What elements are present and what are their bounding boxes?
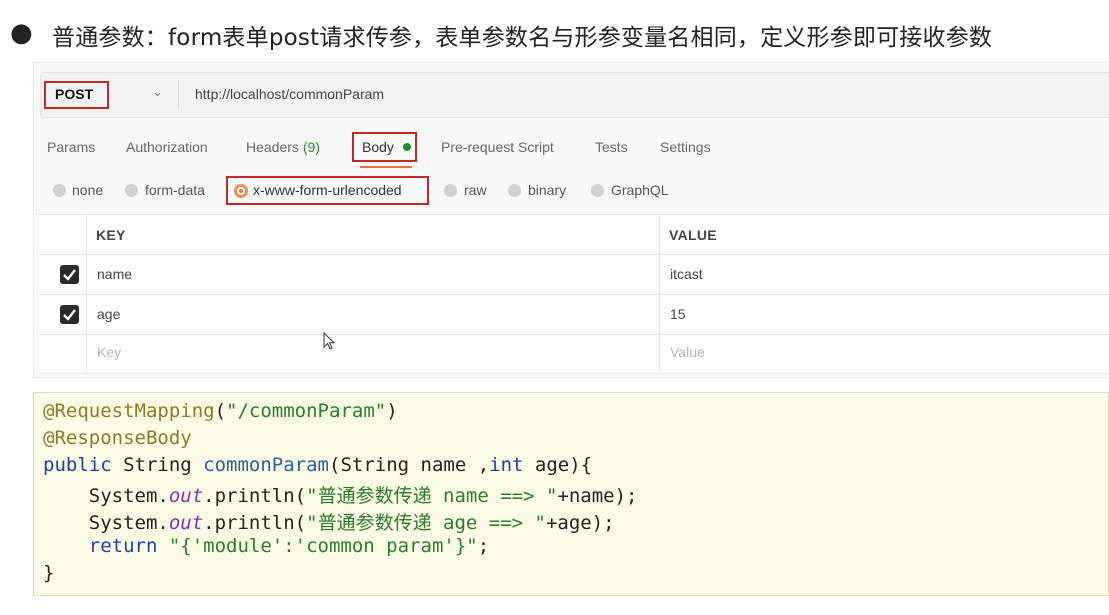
radio-label-binary[interactable]: binary xyxy=(528,182,566,198)
code-line: System.out.println("普通参数传递 name ==> "+na… xyxy=(43,485,638,507)
tab-body-underline xyxy=(360,166,412,168)
code-line: @ResponseBody xyxy=(43,427,192,449)
table-row-key[interactable]: name xyxy=(97,266,132,282)
radio-binary[interactable] xyxy=(508,184,521,197)
method-select[interactable]: POST xyxy=(55,86,93,102)
code-line: } xyxy=(43,562,55,584)
table-row-value[interactable]: 15 xyxy=(670,306,686,322)
table-divider xyxy=(38,254,1109,255)
table-column-divider xyxy=(86,214,87,374)
checkmark-icon xyxy=(63,269,76,281)
table-column-divider xyxy=(659,214,660,374)
code-line: return "{'module':'common param'}"; xyxy=(43,535,490,557)
radio-x-www-form-urlencoded[interactable] xyxy=(234,184,248,198)
radio-graphql[interactable] xyxy=(591,184,604,197)
radio-label-none[interactable]: none xyxy=(72,182,103,198)
radio-none[interactable] xyxy=(53,184,66,197)
radio-label-raw[interactable]: raw xyxy=(464,182,487,198)
tab-authorization[interactable]: Authorization xyxy=(126,139,208,155)
checkmark-icon xyxy=(63,309,76,321)
tab-body[interactable]: Body xyxy=(362,139,394,155)
heading-bullet: ● xyxy=(10,18,33,48)
radio-label-form-data[interactable]: form-data xyxy=(145,182,205,198)
new-key-placeholder[interactable]: Key xyxy=(97,344,121,360)
tab-headers-label: Headers xyxy=(246,139,299,155)
url-divider xyxy=(178,80,179,110)
table-divider xyxy=(38,294,1109,295)
tab-pre-request-script[interactable]: Pre-request Script xyxy=(441,139,554,155)
tab-headers[interactable]: Headers (9) xyxy=(246,139,320,155)
checkbox-row-name[interactable] xyxy=(60,265,79,284)
code-line: public String commonParam(String name ,i… xyxy=(43,454,593,476)
table-divider xyxy=(38,373,1109,374)
radio-raw[interactable] xyxy=(444,184,457,197)
tab-tests[interactable]: Tests xyxy=(595,139,628,155)
tab-params[interactable]: Params xyxy=(47,139,95,155)
code-line: @RequestMapping("/commonParam") xyxy=(43,400,398,422)
table-row-key[interactable]: age xyxy=(97,306,120,322)
radio-form-data[interactable] xyxy=(125,184,138,197)
radio-label-graphql[interactable]: GraphQL xyxy=(611,182,669,198)
mouse-cursor-icon xyxy=(323,332,336,350)
table-header-value: VALUE xyxy=(669,227,717,243)
checkbox-row-age[interactable] xyxy=(60,305,79,324)
url-input[interactable]: http://localhost/commonParam xyxy=(195,86,384,102)
table-divider xyxy=(38,334,1109,335)
chevron-down-icon[interactable]: ⌄ xyxy=(152,85,163,100)
table-header-key: KEY xyxy=(96,227,126,243)
table-row-value[interactable]: itcast xyxy=(670,266,703,282)
code-line: System.out.println("普通参数传递 age ==> "+age… xyxy=(43,512,615,534)
tab-settings[interactable]: Settings xyxy=(660,139,711,155)
body-active-dot xyxy=(403,143,411,151)
new-value-placeholder[interactable]: Value xyxy=(670,344,705,360)
radio-label-x-www-form-urlencoded[interactable]: x-www-form-urlencoded xyxy=(253,182,402,198)
page-heading: 普通参数：form表单post请求传参，表单参数名与形参变量名相同，定义形参即可… xyxy=(52,25,993,51)
tab-headers-count: (9) xyxy=(302,139,320,155)
